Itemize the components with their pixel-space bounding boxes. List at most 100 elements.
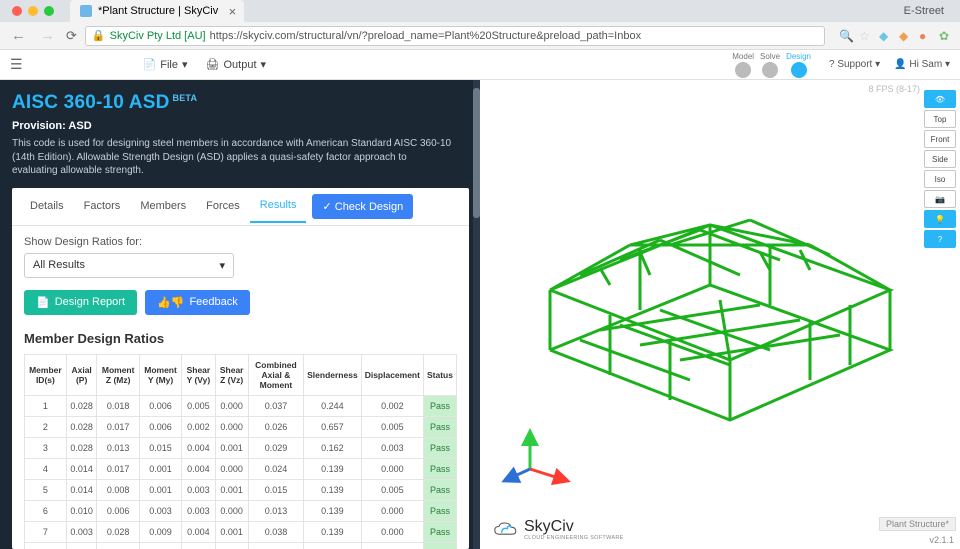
chevron-down-icon: ▾: [219, 259, 225, 272]
data-cell: 0.000: [361, 501, 423, 522]
data-cell: 0.244: [304, 396, 362, 417]
favicon-icon: [80, 5, 92, 17]
tab-title: *Plant Structure | SkyCiv: [98, 5, 218, 17]
menu-icon[interactable]: ☰: [10, 56, 23, 73]
extension-icon[interactable]: ◆: [899, 29, 912, 42]
bookmark-icon[interactable]: ☆: [859, 29, 872, 42]
table-header: Slenderness: [304, 354, 362, 396]
app-toolbar: ☰ 📄 File ▾ 🖨 Output ▾ Model Solve Design…: [0, 50, 960, 80]
url-field[interactable]: 🔒 SkyCiv Pty Ltd [AU] https://skyciv.com…: [85, 26, 825, 46]
data-cell: 0.015: [139, 438, 181, 459]
data-cell: 0.139: [304, 522, 362, 543]
browser-toolbar: ← → ⟳ 🔒 SkyCiv Pty Ltd [AU] https://skyc…: [0, 22, 960, 50]
data-cell: 0.139: [304, 543, 362, 549]
data-cell: 0.003: [182, 480, 215, 501]
data-cell: 0.006: [139, 417, 181, 438]
view-tools: 👁 Top Front Side Iso 📷 💡 ?: [924, 90, 956, 248]
design-panel: AISC 360-10 ASDBETA Provision: ASD This …: [0, 80, 475, 549]
data-cell: 0.016: [248, 543, 303, 549]
status-cell: Pass: [423, 417, 456, 438]
filter-select[interactable]: All Results ▾: [24, 253, 234, 278]
data-cell: 0.009: [139, 543, 181, 549]
table-row: 40.0140.0170.0010.0040.0000.0240.1390.00…: [25, 459, 457, 480]
data-cell: 0.014: [66, 459, 97, 480]
minimize-window-icon[interactable]: [28, 6, 38, 16]
view-iso-button[interactable]: Iso: [924, 170, 956, 188]
data-cell: 2: [25, 417, 67, 438]
table-row: 80.0090.0060.0090.0030.0010.0160.1390.00…: [25, 543, 457, 549]
data-cell: 0.001: [215, 438, 248, 459]
table-header: Status: [423, 354, 456, 396]
table-header: Combined Axial & Moment: [248, 354, 303, 396]
provision-description: This code is used for designing steel me…: [12, 137, 475, 178]
back-button[interactable]: ←: [8, 27, 29, 44]
forward-button[interactable]: →: [37, 27, 58, 44]
data-cell: 0.000: [215, 396, 248, 417]
table-header: Shear Y (Vy): [182, 354, 215, 396]
mode-design[interactable]: Design: [786, 52, 811, 78]
table-header: Axial (P): [66, 354, 97, 396]
data-cell: 0.001: [215, 543, 248, 549]
tab-factors[interactable]: Factors: [74, 190, 131, 222]
file-menu[interactable]: 📄 File ▾: [143, 58, 188, 71]
status-cell: Pass: [423, 438, 456, 459]
table-header: Shear Z (Vz): [215, 354, 248, 396]
data-cell: 4: [25, 459, 67, 480]
view-side-button[interactable]: Side: [924, 150, 956, 168]
mode-solve[interactable]: Solve: [760, 52, 780, 78]
status-bar: Plant Structure*: [879, 517, 956, 531]
status-cell: Pass: [423, 501, 456, 522]
tab-members[interactable]: Members: [130, 190, 196, 222]
brand-logo: SkyCiv CLOUD ENGINEERING SOFTWARE: [492, 518, 624, 541]
output-menu[interactable]: 🖨 Output ▾: [206, 58, 267, 71]
data-cell: 1: [25, 396, 67, 417]
data-cell: 0.003: [66, 522, 97, 543]
maximize-window-icon[interactable]: [44, 6, 54, 16]
tab-results[interactable]: Results: [250, 189, 307, 223]
feedback-button[interactable]: 👍👎Feedback: [145, 290, 250, 315]
data-cell: 7: [25, 522, 67, 543]
lighting-button[interactable]: 💡: [924, 210, 956, 228]
data-cell: 0.004: [182, 459, 215, 480]
viewport[interactable]: 8 FPS (8-17): [480, 80, 960, 549]
data-cell: 0.139: [304, 501, 362, 522]
thumbs-icon: 👍👎: [157, 296, 184, 309]
support-menu[interactable]: ? Support ▾: [829, 59, 880, 70]
data-cell: 0.029: [248, 438, 303, 459]
tab-details[interactable]: Details: [20, 190, 74, 222]
browser-tab[interactable]: *Plant Structure | SkyCiv ×: [70, 0, 244, 22]
profile-label: E-Street: [904, 5, 954, 17]
close-tab-icon[interactable]: ×: [229, 4, 237, 19]
status-cell: Pass: [423, 522, 456, 543]
mode-switcher: Model Solve Design: [732, 52, 811, 78]
data-cell: 0.024: [248, 459, 303, 480]
view-front-button[interactable]: Front: [924, 130, 956, 148]
mode-model[interactable]: Model: [732, 52, 754, 78]
brand-name: SkyCiv: [524, 518, 574, 535]
data-cell: 0.000: [361, 543, 423, 549]
data-cell: 0.028: [97, 522, 139, 543]
lock-icon: 🔒: [92, 29, 106, 42]
visibility-tool[interactable]: 👁: [924, 90, 956, 108]
data-cell: 0.000: [361, 459, 423, 480]
reload-button[interactable]: ⟳: [66, 28, 77, 44]
help-button[interactable]: ?: [924, 230, 956, 248]
extension-icon[interactable]: ◆: [879, 29, 892, 42]
data-cell: 0.006: [97, 543, 139, 549]
screenshot-button[interactable]: 📷: [924, 190, 956, 208]
data-cell: 0.017: [97, 459, 139, 480]
tab-forces[interactable]: Forces: [196, 190, 250, 222]
status-cell: Pass: [423, 459, 456, 480]
extension-icon[interactable]: ●: [919, 29, 932, 42]
design-report-button[interactable]: 📄Design Report: [24, 290, 137, 315]
close-window-icon[interactable]: [12, 6, 22, 16]
data-cell: 0.003: [182, 543, 215, 549]
view-top-button[interactable]: Top: [924, 110, 956, 128]
table-header: Displacement: [361, 354, 423, 396]
check-design-button[interactable]: ✓ Check Design: [312, 194, 413, 219]
panel-scrollbar[interactable]: [473, 80, 480, 549]
extension-icon[interactable]: ✿: [939, 29, 952, 42]
search-icon[interactable]: 🔍: [839, 29, 852, 42]
user-menu[interactable]: 👤 Hi Sam ▾: [894, 59, 950, 70]
panel-body: Show Design Ratios for: All Results ▾ 📄D…: [12, 226, 469, 549]
